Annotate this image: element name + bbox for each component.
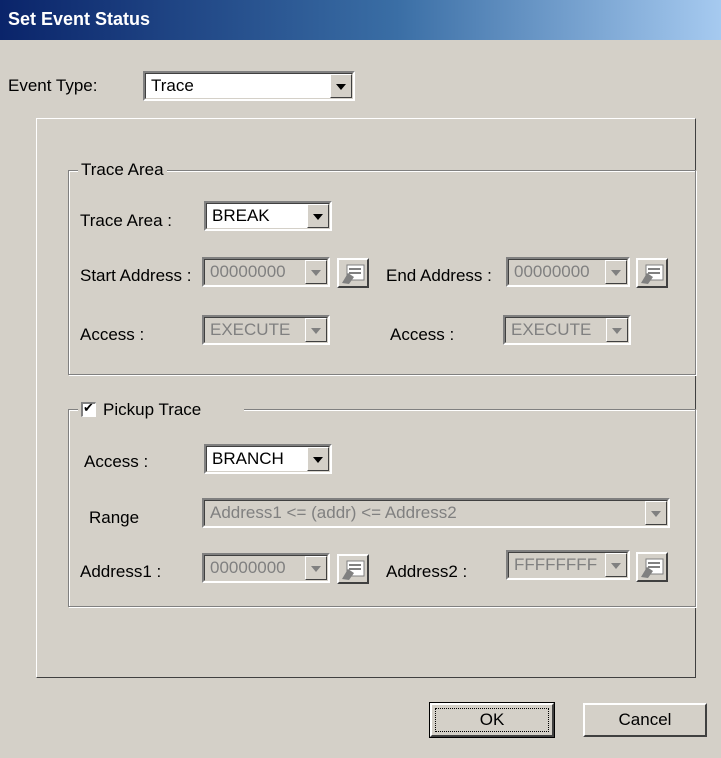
address-picker-icon	[342, 560, 365, 580]
dialog-title: Set Event Status	[8, 9, 151, 29]
trace-access-label-2: Access :	[390, 325, 455, 344]
chevron-down-icon[interactable]	[605, 553, 627, 577]
address2-label: Address2 :	[386, 562, 468, 581]
chevron-down-icon[interactable]	[305, 556, 327, 580]
trace-area-value: BREAK	[212, 206, 270, 225]
trace-access-value-2: EXECUTE	[511, 320, 592, 339]
title-bar: Set Event Status	[0, 0, 721, 40]
address1-select[interactable]: 00000000	[202, 553, 330, 583]
event-type-select[interactable]: Trace	[143, 71, 355, 101]
address2-value: FFFFFFFF	[514, 555, 598, 574]
end-address-select[interactable]: 00000000	[506, 257, 630, 287]
pickup-access-label: Access :	[84, 452, 149, 471]
event-type-value: Trace	[151, 76, 194, 95]
end-address-label: End Address :	[386, 266, 492, 285]
pickup-access-select[interactable]: BRANCH	[204, 444, 332, 474]
address-picker-icon	[342, 264, 365, 284]
chevron-down-icon[interactable]	[305, 318, 327, 342]
range-label: Range	[89, 508, 140, 527]
start-address-label: Start Address :	[80, 266, 192, 285]
ok-button[interactable]: OK	[429, 702, 555, 738]
cancel-button[interactable]: Cancel	[583, 703, 707, 737]
start-address-picker-button[interactable]	[337, 258, 369, 288]
checkmark-icon: ✔	[83, 400, 94, 415]
address1-picker-button[interactable]	[337, 554, 369, 584]
trace-access-select-2[interactable]: EXECUTE	[503, 315, 631, 345]
chevron-down-icon[interactable]	[645, 501, 667, 525]
pickup-trace-label: Pickup Trace	[103, 400, 202, 419]
trace-area-group-label: Trace Area	[78, 160, 167, 180]
cancel-button-label: Cancel	[618, 710, 672, 729]
trace-area-select[interactable]: BREAK	[204, 201, 332, 231]
address1-value: 00000000	[210, 558, 286, 577]
chevron-down-icon[interactable]	[606, 318, 628, 342]
range-select[interactable]: Address1 <= (addr) <= Address2	[202, 498, 670, 528]
end-address-value: 00000000	[514, 262, 590, 281]
chevron-down-icon[interactable]	[305, 260, 327, 284]
trace-access-label-1: Access :	[80, 325, 145, 344]
chevron-down-icon[interactable]	[307, 204, 329, 228]
address2-select[interactable]: FFFFFFFF	[506, 550, 630, 580]
event-type-label: Event Type:	[8, 76, 98, 95]
trace-area-label: Trace Area :	[80, 211, 172, 230]
ok-button-label: OK	[479, 710, 505, 729]
pickup-access-value: BRANCH	[212, 449, 284, 468]
chevron-down-icon[interactable]	[605, 260, 627, 284]
address1-label: Address1 :	[80, 562, 162, 581]
pickup-trace-checkbox[interactable]: ✔	[81, 400, 96, 417]
address2-picker-button[interactable]	[636, 552, 668, 582]
trace-access-select-1[interactable]: EXECUTE	[202, 315, 330, 345]
trace-access-value-1: EXECUTE	[210, 320, 291, 339]
start-address-value: 00000000	[210, 262, 286, 281]
end-address-picker-button[interactable]	[636, 258, 668, 288]
address-picker-icon	[641, 264, 664, 284]
address-picker-icon	[641, 558, 664, 578]
range-value: Address1 <= (addr) <= Address2	[210, 503, 457, 522]
chevron-down-icon[interactable]	[330, 74, 352, 98]
chevron-down-icon[interactable]	[307, 447, 329, 471]
start-address-select[interactable]: 00000000	[202, 257, 330, 287]
